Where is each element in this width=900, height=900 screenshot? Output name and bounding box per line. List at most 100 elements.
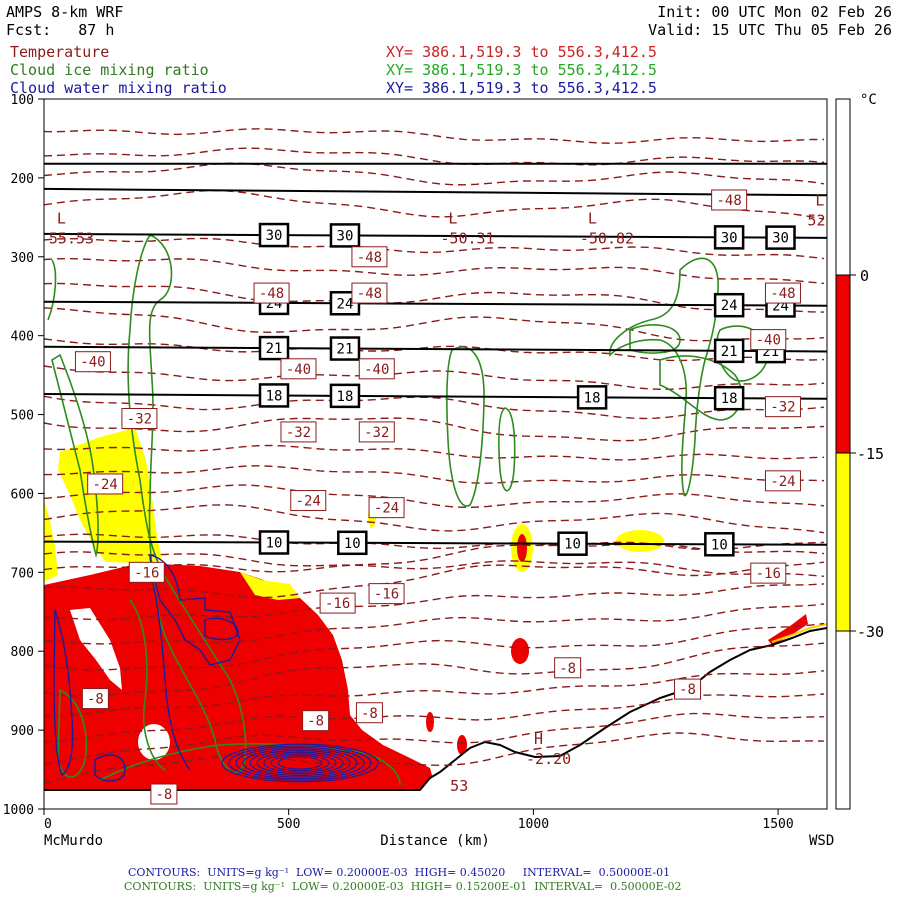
colorbar-white-bottom xyxy=(835,630,851,810)
svg-text:-50.31: -50.31 xyxy=(440,229,494,247)
isotherm-label: -16 xyxy=(750,562,787,584)
isotherm-label: -24 xyxy=(368,497,405,519)
svg-text:-2.20: -2.20 xyxy=(526,750,571,768)
svg-text:10: 10 xyxy=(564,537,581,553)
svg-text:18: 18 xyxy=(266,388,283,404)
svg-text:-48: -48 xyxy=(770,286,795,302)
svg-text:L: L xyxy=(57,209,66,227)
colorbar-red-band xyxy=(835,274,851,454)
svg-text:-8: -8 xyxy=(559,661,576,677)
y-tick-label: 500 xyxy=(11,409,34,424)
height-label-box: 18 xyxy=(258,383,290,408)
red-blob-1 xyxy=(517,534,527,562)
height-label-box: 18 xyxy=(329,383,361,409)
svg-text:21: 21 xyxy=(337,342,354,358)
cloud-water-contour-info: CONTOURS: UNITS=g kg⁻¹ LOW= 0.20000E-03 … xyxy=(128,866,671,879)
isotherm-label: -40 xyxy=(280,358,317,380)
height-label-box: 30 xyxy=(329,223,361,248)
svg-text:-8: -8 xyxy=(361,706,378,722)
svg-text:-8: -8 xyxy=(87,692,104,708)
isotherm-label: -48 xyxy=(711,189,748,211)
isotherm-label: -48 xyxy=(351,282,388,304)
svg-text:24: 24 xyxy=(337,296,354,312)
isotherm-label: -32 xyxy=(764,396,801,418)
x-start-label: McMurdo xyxy=(44,833,103,849)
svg-text:H: H xyxy=(534,730,543,748)
x-axis: 0 500 1000 1500 xyxy=(43,809,794,832)
height-line xyxy=(44,187,827,197)
svg-text:-32: -32 xyxy=(127,412,152,428)
extremum-label: 53 xyxy=(450,777,468,795)
extremum-label: L 52 xyxy=(807,191,825,229)
height-line xyxy=(44,232,827,239)
isotherm-line xyxy=(44,504,825,534)
extremum-label: L 55.53 xyxy=(49,209,94,247)
svg-text:18: 18 xyxy=(584,390,601,406)
svg-text:-16: -16 xyxy=(756,566,781,582)
red-blob-2 xyxy=(511,638,529,664)
y-tick-label: 400 xyxy=(11,330,34,345)
svg-text:-48: -48 xyxy=(357,286,382,302)
isotherm-label: -48 xyxy=(351,246,388,268)
isotherm-line xyxy=(44,237,825,260)
isotherm-label: -8 xyxy=(674,678,702,700)
svg-text:-48: -48 xyxy=(357,250,382,266)
red-blob-3 xyxy=(426,712,434,732)
isotherm-line xyxy=(44,365,825,391)
x-tick-label: 1500 xyxy=(762,817,793,832)
clear-hole-2 xyxy=(138,724,170,760)
svg-text:55.53: 55.53 xyxy=(49,229,94,247)
svg-text:-24: -24 xyxy=(374,501,399,517)
height-label-box: 21 xyxy=(713,338,745,364)
ice-contour-3 xyxy=(47,259,57,321)
height-label-box: 10 xyxy=(704,532,735,557)
y-tick-label: 600 xyxy=(11,487,34,502)
svg-text:-32: -32 xyxy=(364,425,389,441)
isotherm-label: -8 xyxy=(302,710,330,732)
svg-text:-40: -40 xyxy=(80,355,105,371)
isotherm-line xyxy=(44,128,824,144)
isotherm-line xyxy=(44,147,825,166)
svg-text:-32: -32 xyxy=(770,400,795,416)
isotherm-label: -48 xyxy=(253,282,290,304)
isotherm-label: -16 xyxy=(368,583,405,605)
y-tick-label: 1000 xyxy=(3,803,34,818)
y-axis: 100 200 300 400 500 600 700 800 900 1000 xyxy=(3,93,44,818)
isotherm-line xyxy=(44,257,825,285)
isotherm-label: -32 xyxy=(121,408,158,429)
isotherm-line xyxy=(44,484,825,509)
svg-text:30: 30 xyxy=(337,228,354,244)
isotherm-label: -24 xyxy=(87,473,124,495)
svg-text:-32: -32 xyxy=(286,425,311,441)
height-label-box: 10 xyxy=(258,530,290,555)
isotherm-label: -48 xyxy=(764,282,801,304)
isotherm-line xyxy=(44,465,825,484)
svg-text:30: 30 xyxy=(266,228,283,244)
extremum-label: H -2.20 xyxy=(526,730,571,768)
isotherm-label: -40 xyxy=(74,351,111,373)
height-label-box: 21 xyxy=(258,335,290,361)
colorbar-tick-0: 0 xyxy=(860,267,869,285)
isotherm-label: -8 xyxy=(150,783,178,805)
svg-text:-8: -8 xyxy=(679,682,696,698)
svg-text:-48: -48 xyxy=(716,193,741,209)
svg-text:-16: -16 xyxy=(374,587,399,603)
height-label-box: 30 xyxy=(765,225,796,250)
svg-text:L: L xyxy=(588,209,597,227)
isotherm-label: -16 xyxy=(128,561,165,583)
isotherm-label: -32 xyxy=(358,421,395,443)
isotherm-label: -40 xyxy=(358,358,395,380)
yellow-blob-2 xyxy=(616,530,664,552)
colorbar-tick-15: -15 xyxy=(857,445,884,463)
isotherm-label: -24 xyxy=(290,490,327,512)
height-label-box: 30 xyxy=(713,225,745,250)
svg-text:-24: -24 xyxy=(93,477,118,493)
svg-text:53: 53 xyxy=(450,777,468,795)
isotherm-label: -8 xyxy=(554,657,582,679)
svg-text:L: L xyxy=(448,209,457,227)
height-label-box: 30 xyxy=(258,222,290,248)
x-tick-label: 0 xyxy=(44,817,52,832)
extremum-label: L -50.31 xyxy=(440,209,494,247)
y-tick-label: 200 xyxy=(11,172,34,187)
svg-text:10: 10 xyxy=(344,536,361,552)
